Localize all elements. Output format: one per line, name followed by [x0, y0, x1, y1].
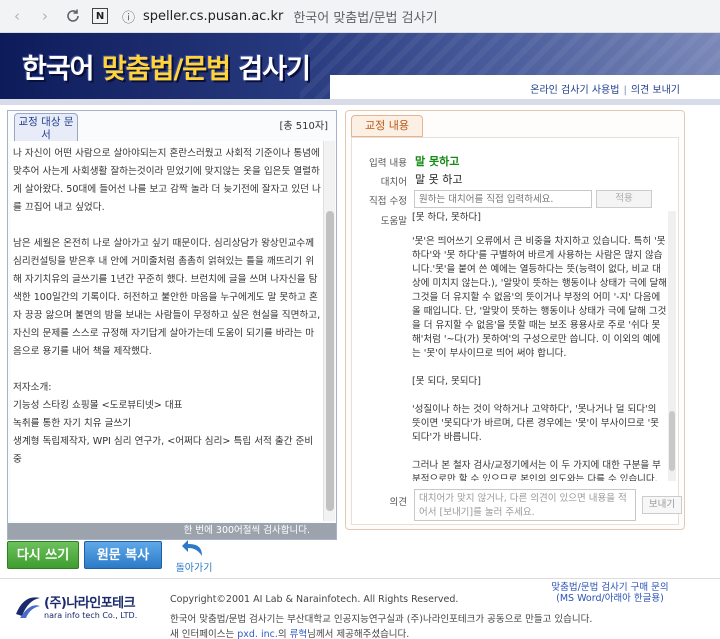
copy-original-button[interactable]: 원문 복사: [84, 541, 162, 569]
input-label: 입력 내용: [369, 158, 407, 169]
help-scrollbar[interactable]: [668, 211, 676, 481]
source-panel: 교정 대상 문서 [총 510자] 나 자신이 어떤 사람으로 살아야되는지 혼…: [7, 110, 337, 540]
limit-note: 한 번에 300어절씩 검사합니다.: [8, 523, 336, 539]
page-title-in-bar: 한국어 맞춤법/문법 검사기: [293, 10, 438, 26]
help-paragraph: [못 되다, 못되다]: [412, 376, 481, 387]
credit-suffix: 님께서 제공해주셨습니다.: [307, 629, 410, 639]
input-value: 말 못하고: [415, 155, 460, 168]
title-part-2: 맞춤법/문법: [101, 54, 231, 85]
help-paragraph: '못'은 띄어쓰기 오류에서 큰 비중을 차지하고 있습니다. 특히 '못하다'…: [412, 236, 668, 359]
direct-edit-input[interactable]: [414, 190, 592, 208]
footer-divider: [0, 578, 720, 579]
replace-value[interactable]: 말 못 하고: [415, 171, 462, 187]
correction-detail: 입력 내용 말 못하고 대치어 말 못 하고 직접 수정 적용 도움말 [못 하…: [351, 137, 682, 525]
help-paragraph: 그러나 본 철자 검사/교정기에서는 이 두 가지에 대한 구분을 부분적으로만…: [412, 460, 661, 481]
company-logo: (주)나라인포테크 nara info tech Co., LTD.: [14, 590, 144, 630]
source-scrollbar[interactable]: [323, 141, 335, 521]
purchase-inquiry-link[interactable]: 맞춤법/문법 검사기 구매 문의 (MS Word/아래아 한글용): [545, 582, 675, 604]
banner-strip: [0, 99, 720, 105]
scroll-thumb[interactable]: [326, 211, 334, 511]
help-heading: [못 하다, 못하다]: [412, 212, 481, 223]
direct-edit-label: 직접 수정: [369, 196, 407, 207]
source-paragraph: 기능성 스타킹 쇼핑몰 <도로뷰티넷> 대표: [13, 400, 183, 411]
footer-interface-credit: 새 인터페이스는 pxd. inc.의 류혁님께서 제공해주셨습니다.: [170, 626, 409, 639]
credit-prefix: 새 인터페이스는: [170, 629, 238, 639]
pxd-link[interactable]: pxd. inc.: [237, 629, 278, 639]
char-count: [총 510자]: [279, 121, 328, 132]
help-label: 도움말: [380, 216, 407, 227]
footer-credit: 한국어 맞춤법/문법 검사기는 부산대학교 인공지능연구실과 (주)나라인포테크…: [170, 614, 593, 625]
back-arrow-icon[interactable]: ‹: [6, 5, 28, 27]
tab-source-document[interactable]: 교정 대상 문서: [14, 113, 78, 143]
logo-text: (주)나라인포테크: [44, 596, 136, 611]
title-part-1: 한국어: [22, 54, 102, 85]
back-arrow-icon: [182, 540, 202, 556]
go-back-button[interactable]: 돌아가기: [168, 538, 220, 574]
source-paragraph: 저자소개:: [13, 382, 52, 393]
source-paragraph: 남은 세월은 온전히 나로 살아가고 싶기 때문이다. 심리상담가 왕상민교수께…: [13, 238, 321, 357]
link-separator: |: [623, 85, 627, 96]
extension-icon[interactable]: N: [92, 8, 108, 24]
feedback-link[interactable]: 의견 보내기: [631, 85, 680, 96]
correction-panel: 교정 내용 입력 내용 말 못하고 대치어 말 못 하고 직접 수정 적용 도움…: [345, 110, 685, 530]
copyright: Copyright©2001 AI Lab & Narainfotech. Al…: [170, 594, 459, 605]
site-title: 한국어 맞춤법/문법 검사기: [22, 47, 311, 86]
purchase-line-2: (MS Word/아래아 한글용): [556, 593, 664, 604]
forward-arrow-icon[interactable]: ›: [34, 5, 56, 27]
source-paragraph: 녹취를 통한 자기 치유 글쓰기: [13, 418, 132, 429]
logo-subtext: nara info tech Co., LTD.: [44, 611, 138, 620]
help-scroll-thumb[interactable]: [669, 411, 675, 471]
help-link[interactable]: 온라인 검사기 사용법: [530, 85, 619, 96]
designer-link[interactable]: 류혁: [290, 629, 307, 639]
source-text[interactable]: 나 자신이 어떤 사람으로 살아야되는지 혼란스러웠고 사회적 기준이나 통념에…: [11, 141, 323, 521]
credit-mid: 의: [277, 629, 290, 639]
title-part-3: 검사기: [229, 54, 311, 85]
purchase-line-1: 맞춤법/문법 검사기 구매 문의: [551, 582, 669, 593]
browser-toolbar: ‹ › N ⓘ speller.cs.pusan.ac.kr 한국어 맞춤법/문…: [0, 0, 720, 33]
opinion-textarea[interactable]: 대치어가 맞지 않거나, 다른 의견이 있으면 내용을 적어서 [보내기]를 눌…: [414, 489, 636, 521]
send-button[interactable]: 보내기: [642, 496, 682, 514]
help-text: [못 하다, 못하다] '못'은 띄어쓰기 오류에서 큰 비중을 차지하고 있습…: [412, 211, 668, 481]
source-paragraph: 나 자신이 어떤 사람으로 살아야되는지 혼란스러웠고 사회적 기준이나 통념에…: [13, 148, 321, 213]
address-bar[interactable]: speller.cs.pusan.ac.kr: [143, 9, 283, 24]
reload-icon[interactable]: [62, 5, 84, 27]
top-links: 온라인 검사기 사용법 | 의견 보내기: [530, 81, 680, 96]
opinion-label: 의견: [389, 497, 407, 508]
logo-mark-icon: [16, 597, 40, 618]
site-info-icon[interactable]: ⓘ: [122, 7, 135, 26]
retry-button[interactable]: 다시 쓰기: [7, 541, 79, 569]
go-back-label: 돌아가기: [175, 563, 213, 574]
replace-label: 대치어: [380, 177, 407, 188]
help-paragraph: '성질이나 하는 것이 악하거나 고약하다', '못나거나 덜 되다'의 뜻이면…: [412, 404, 659, 443]
tab-correction[interactable]: 교정 내용: [351, 115, 423, 137]
source-paragraph: 생계형 독립제작자, WPI 심리 연구가, <어쩌다 심리> 특립 서적 출간…: [13, 436, 314, 465]
apply-button[interactable]: 적용: [596, 190, 652, 208]
